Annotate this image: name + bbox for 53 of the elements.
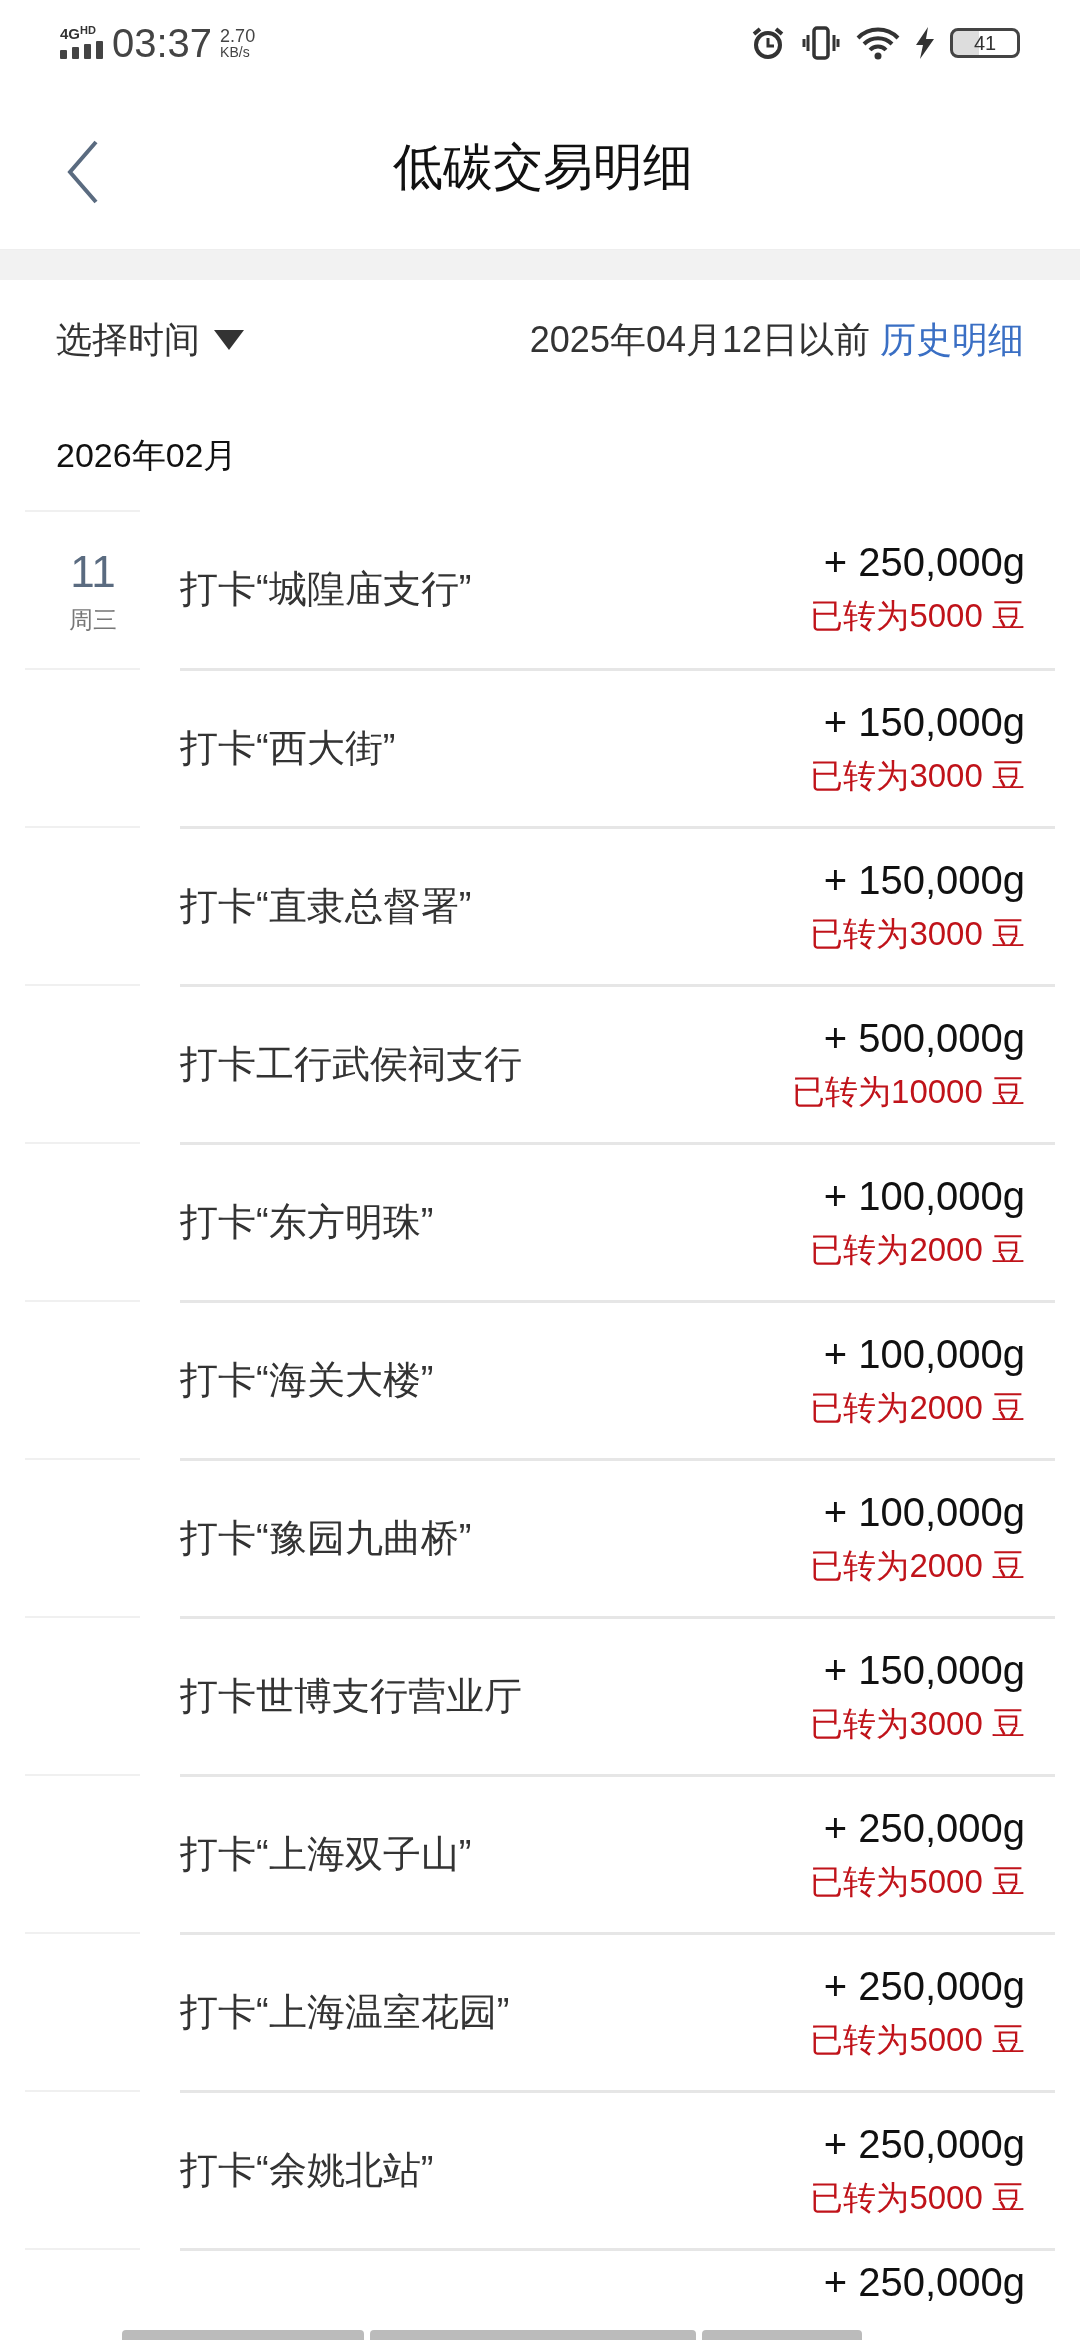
record-title: 打卡“余姚北站” — [180, 2148, 434, 2193]
date-note: 2025年04月12日以前 — [529, 318, 870, 362]
carbon-amount: + 150,000g — [823, 698, 1025, 746]
conversion-note: 已转为5000 豆 — [810, 596, 1025, 637]
month-heading: 2026年02月 — [55, 434, 239, 476]
record-title: 打卡“海关大楼” — [180, 1358, 434, 1403]
vibrate-icon — [802, 24, 840, 61]
record-title: 打卡世博支行营业厅 — [180, 1674, 522, 1719]
speed-value: 2.70 — [220, 26, 256, 45]
carbon-amount: + 500,000g — [823, 1014, 1025, 1062]
day-number: 11 — [70, 550, 116, 594]
history-link[interactable]: 历史明细 — [880, 313, 1024, 367]
record-title: 打卡“西大街” — [180, 726, 396, 771]
conversion-note: 已转为10000 豆 — [792, 1071, 1025, 1112]
weekday: 周三 — [69, 605, 117, 635]
charging-icon — [916, 26, 934, 59]
signal-icon — [60, 41, 104, 59]
carbon-amount: + 250,000g — [823, 2259, 1025, 2306]
carbon-amount: + 250,000g — [823, 1804, 1025, 1852]
conversion-note: 已转为2000 豆 — [810, 1545, 1025, 1586]
record-title: 打卡“豫园九曲桥” — [180, 1516, 472, 1561]
record-title: 打卡“东方明珠” — [180, 1200, 434, 1245]
conversion-note: 已转为3000 豆 — [810, 913, 1025, 954]
clock: 03:37 — [112, 22, 213, 63]
conversion-note: 已转为3000 豆 — [810, 1703, 1025, 1744]
conversion-note: 已转为5000 豆 — [810, 1861, 1025, 1902]
carbon-amount: + 150,000g — [823, 856, 1025, 904]
conversion-note: 已转为5000 豆 — [810, 2019, 1025, 2060]
conversion-note: 已转为2000 豆 — [810, 1387, 1025, 1428]
caret-icon — [214, 330, 244, 350]
battery-icon: 41 — [950, 27, 1020, 58]
page-title: 低碳交易明细 — [393, 137, 693, 197]
time-select-dropdown[interactable]: 选择时间 — [56, 313, 244, 367]
record-title: 打卡“上海双子山” — [180, 1832, 472, 1877]
back-button[interactable] — [66, 140, 100, 204]
conversion-note: 已转为2000 豆 — [810, 1229, 1025, 1270]
network-type: 4G$^{HD}$ — [60, 26, 96, 41]
conversion-note: 已转为3000 豆 — [810, 755, 1025, 796]
carbon-amount: + 150,000g — [823, 1646, 1025, 1694]
record-title: 打卡“城隍庙支行” — [180, 566, 472, 612]
carbon-amount: + 100,000g — [823, 1172, 1025, 1220]
wifi-icon — [856, 25, 900, 60]
conversion-note: 已转为5000 豆 — [810, 2177, 1025, 2218]
back-icon — [66, 140, 100, 204]
carbon-amount: + 250,000g — [823, 539, 1025, 587]
carbon-amount: + 100,000g — [823, 1330, 1025, 1378]
speed-unit: KB/s — [220, 44, 251, 59]
carbon-amount: + 250,000g — [823, 2120, 1025, 2168]
carbon-amount: + 250,000g — [823, 1962, 1025, 2010]
record-title: 打卡“直隶总督署” — [180, 884, 472, 929]
record-title: 打卡工行武侯祠支行 — [180, 1042, 522, 1087]
carbon-amount: + 100,000g — [823, 1488, 1025, 1536]
record-title: 打卡“上海温室花园” — [180, 1990, 510, 2035]
